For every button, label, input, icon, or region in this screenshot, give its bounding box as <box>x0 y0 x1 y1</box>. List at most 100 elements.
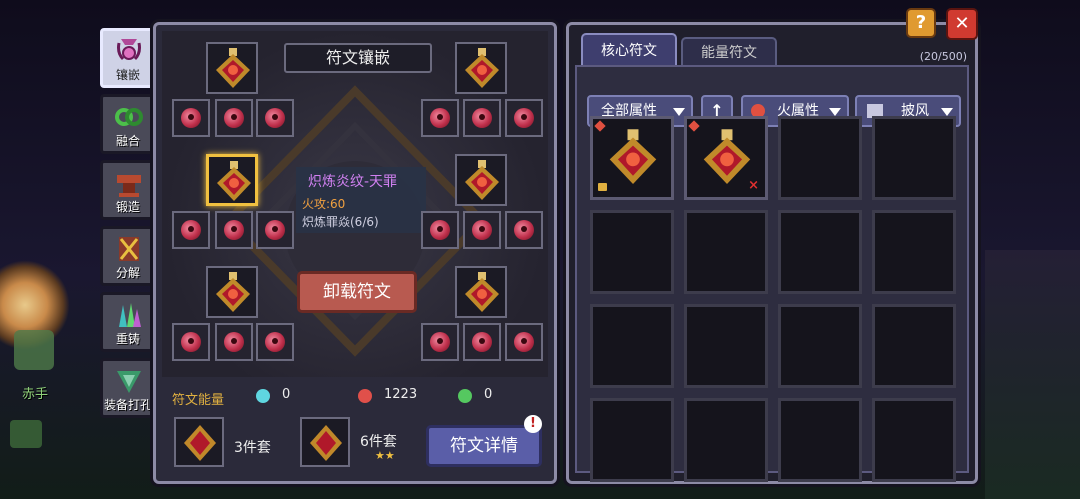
sub-rune-gem-icon <box>181 332 201 352</box>
core-rune-socket[interactable] <box>206 42 258 94</box>
tab-label: 能量符文 <box>701 45 757 61</box>
set-bonus-3-slot[interactable] <box>174 417 224 467</box>
side-tab-label: 重铸 <box>115 332 140 346</box>
tab-core-rune[interactable]: 核心符文 <box>581 33 677 67</box>
set-bonus-6-label: 6件套 <box>360 434 397 450</box>
chevron-down-icon <box>673 108 685 116</box>
rune-tooltip: 炽炼炎纹-天罪 火攻:60 炽炼罪焱(6/6) <box>296 167 426 233</box>
sub-rune-gem-icon <box>514 332 534 352</box>
sub-rune-socket[interactable] <box>256 323 294 361</box>
inventory-slot[interactable]: × <box>684 116 768 200</box>
inventory-slot[interactable] <box>872 116 956 200</box>
rune-detail-label: 符文详情 <box>450 436 518 456</box>
sub-rune-gem-icon <box>430 220 450 240</box>
sub-rune-socket[interactable] <box>172 99 210 137</box>
punch-icon <box>117 371 141 393</box>
inventory-slot[interactable] <box>778 210 862 294</box>
tab-energy-rune[interactable]: 能量符文 <box>681 37 777 67</box>
unequip-label: 卸载符文 <box>323 282 391 302</box>
background-pet <box>10 420 42 448</box>
rune-detail-button[interactable]: 符文详情 <box>426 425 542 467</box>
core-rune-socket[interactable] <box>206 266 258 318</box>
core-rune-icon <box>609 129 657 184</box>
core-rune-icon <box>216 272 250 312</box>
sub-rune-socket[interactable] <box>421 99 459 137</box>
sub-rune-socket[interactable] <box>172 211 210 249</box>
inventory-slot[interactable] <box>590 304 674 388</box>
sub-rune-socket[interactable] <box>463 99 501 137</box>
sub-rune-socket[interactable] <box>256 211 294 249</box>
sub-rune-gem-icon <box>224 220 244 240</box>
sub-rune-gem-icon <box>224 108 244 128</box>
sub-rune-socket[interactable] <box>256 99 294 137</box>
inventory-slot[interactable] <box>872 398 956 482</box>
inventory-slot[interactable] <box>684 304 768 388</box>
sub-rune-socket[interactable] <box>505 323 543 361</box>
inventory-slot[interactable] <box>590 398 674 482</box>
core-rune-icon <box>465 160 499 200</box>
core-rune-socket[interactable] <box>455 266 507 318</box>
sub-rune-gem-icon <box>472 220 492 240</box>
energy-value: 0 <box>484 387 493 402</box>
sub-rune-gem-icon <box>514 108 534 128</box>
side-tab-label: 镶嵌 <box>115 68 140 82</box>
unequip-rune-button[interactable]: 卸载符文 <box>297 271 417 313</box>
side-tab-label: 装备打孔 <box>103 398 152 412</box>
sub-rune-socket[interactable] <box>463 323 501 361</box>
inventory-slot[interactable] <box>778 304 862 388</box>
inventory-count: (20/500) <box>919 50 967 63</box>
side-tab-fusion[interactable]: 融合 <box>100 94 156 154</box>
core-rune-icon <box>216 48 250 88</box>
sub-rune-socket[interactable] <box>215 99 253 137</box>
side-tab-recast[interactable]: 重铸 <box>100 292 156 352</box>
sub-rune-socket[interactable] <box>215 211 253 249</box>
sub-rune-gem-icon <box>265 108 285 128</box>
inventory-slot[interactable] <box>872 304 956 388</box>
set-bonus-stars: ★★ <box>375 449 395 462</box>
core-rune-icon <box>703 129 751 184</box>
cyan-gem-icon <box>256 389 270 403</box>
close-icon: ✕ <box>954 13 970 34</box>
notice-badge: ! <box>524 415 542 433</box>
inventory-slot[interactable] <box>778 398 862 482</box>
sub-rune-gem-icon <box>472 332 492 352</box>
core-rune-socket[interactable] <box>455 154 507 206</box>
core-rune-socket[interactable] <box>206 154 258 206</box>
sub-rune-socket[interactable] <box>463 211 501 249</box>
inlay-icon <box>117 39 141 61</box>
sub-rune-socket[interactable] <box>172 323 210 361</box>
chevron-down-icon <box>941 108 953 116</box>
side-tab-decompose[interactable]: 分解 <box>100 226 156 286</box>
side-tab-punch[interactable]: 装备打孔 <box>100 358 156 418</box>
side-tab-label: 锻造 <box>115 200 140 214</box>
sub-rune-socket[interactable] <box>421 323 459 361</box>
fire-element-icon <box>594 120 606 132</box>
core-rune-socket[interactable] <box>455 42 507 94</box>
decompose-icon <box>119 237 139 261</box>
side-tab-forge[interactable]: 锻造 <box>100 160 156 220</box>
sub-rune-gem-icon <box>430 332 450 352</box>
sub-rune-socket[interactable] <box>505 211 543 249</box>
tab-label: 核心符文 <box>601 43 657 59</box>
set-bonus-3-label: 3件套 <box>234 440 271 456</box>
energy-value: 0 <box>282 387 291 402</box>
inventory-slot[interactable] <box>684 210 768 294</box>
inventory-slot[interactable] <box>590 210 674 294</box>
side-tab-inlay[interactable]: 镶嵌 <box>100 28 156 88</box>
anvil-icon <box>117 175 141 197</box>
inventory-slot[interactable] <box>590 116 674 200</box>
lock-icon <box>598 183 607 191</box>
green-gem-icon <box>458 389 472 403</box>
sub-rune-gem-icon <box>514 220 534 240</box>
close-button[interactable]: ✕ <box>946 8 978 40</box>
sub-rune-socket[interactable] <box>421 211 459 249</box>
fusion-icon <box>115 108 143 126</box>
set-bonus-6-slot[interactable] <box>300 417 350 467</box>
sub-rune-socket[interactable] <box>215 323 253 361</box>
inventory-slot[interactable] <box>778 116 862 200</box>
sub-rune-socket[interactable] <box>505 99 543 137</box>
help-button[interactable]: ? <box>906 8 936 38</box>
inventory-slot[interactable] <box>872 210 956 294</box>
sub-rune-gem-icon <box>430 108 450 128</box>
inventory-slot[interactable] <box>684 398 768 482</box>
